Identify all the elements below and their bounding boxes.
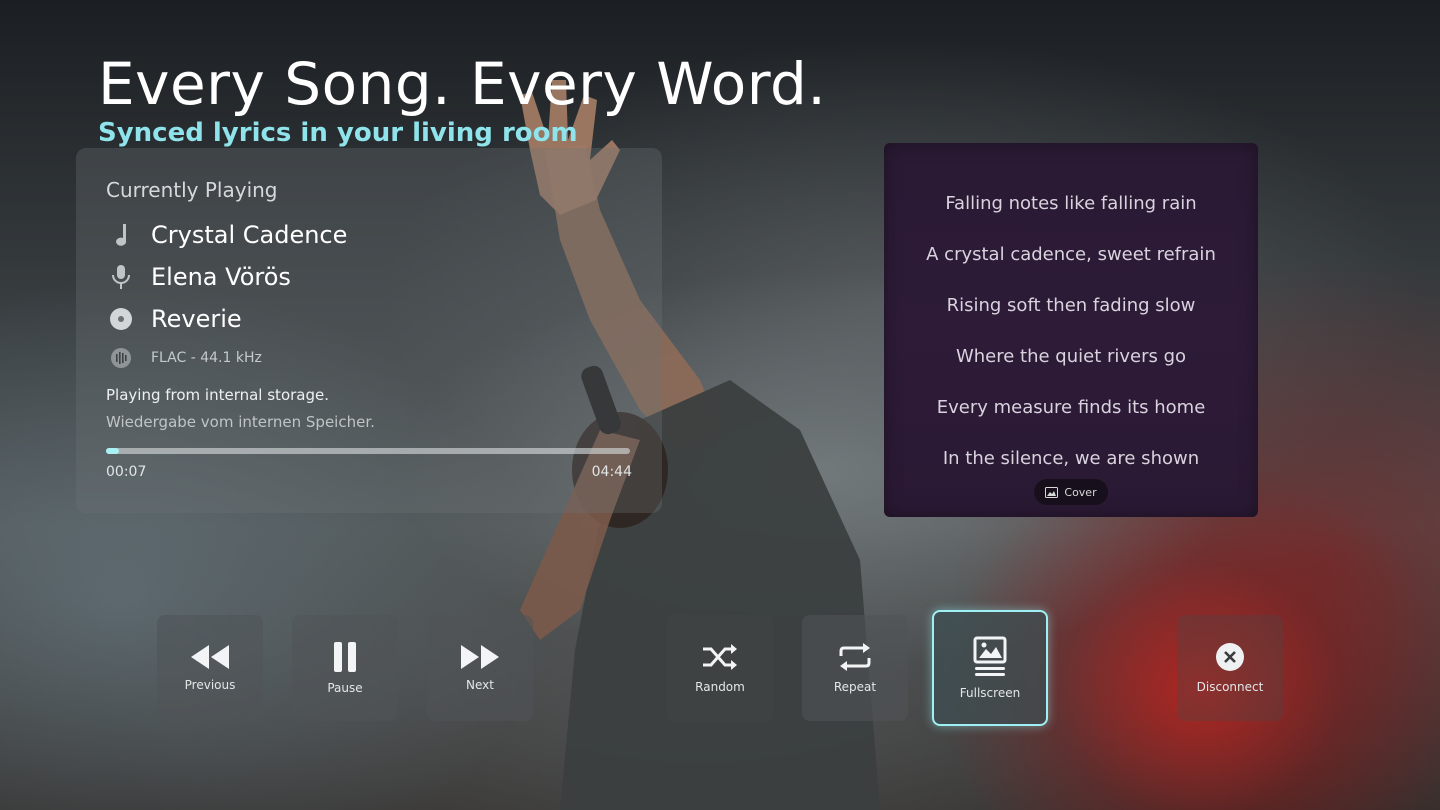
track-title: Crystal Cadence — [151, 221, 348, 249]
total-time: 04:44 — [591, 464, 632, 480]
track-title-row: Crystal Cadence — [106, 220, 347, 250]
image-icon — [1045, 486, 1059, 498]
lyric-line: A crystal cadence, sweet refrain — [926, 244, 1216, 265]
random-button[interactable]: Random — [667, 615, 773, 721]
microphone-icon — [106, 262, 136, 292]
track-album: Reverie — [151, 305, 242, 333]
disconnect-button[interactable]: Disconnect — [1177, 615, 1283, 721]
hero-tagline: Synced lyrics in your living room — [98, 118, 578, 148]
repeat-label: Repeat — [833, 680, 877, 694]
previous-button[interactable]: Previous — [157, 615, 263, 721]
fast-forward-icon — [461, 645, 499, 669]
next-button[interactable]: Next — [427, 615, 533, 721]
waveform-icon — [106, 343, 136, 373]
lyric-line: In the silence, we are shown — [942, 448, 1200, 469]
music-note-icon — [106, 220, 136, 250]
cover-toggle-label: Cover — [1064, 485, 1097, 499]
track-format: FLAC - 44.1 kHz — [151, 350, 262, 366]
close-icon — [1216, 643, 1244, 671]
hero-headline: Every Song. Every Word. — [98, 50, 827, 118]
pause-label: Pause — [327, 681, 363, 695]
elapsed-time: 00:07 — [106, 464, 147, 480]
rewind-icon — [191, 645, 229, 669]
fullscreen-label: Fullscreen — [959, 686, 1021, 700]
track-format-row: FLAC - 44.1 kHz — [106, 343, 262, 373]
repeat-icon — [839, 643, 871, 671]
pause-icon — [334, 642, 356, 672]
now-playing-card: Currently Playing Crystal Cadence Elena … — [76, 148, 662, 513]
next-label: Next — [466, 678, 494, 692]
fullscreen-image-icon — [973, 636, 1007, 676]
playback-progress-bar[interactable] — [106, 448, 630, 454]
previous-label: Previous — [184, 678, 236, 692]
now-playing-heading: Currently Playing — [106, 178, 278, 202]
source-note-english: Playing from internal storage. — [106, 386, 329, 404]
lyric-line: Falling notes like falling rain — [945, 193, 1197, 214]
repeat-button[interactable]: Repeat — [802, 615, 908, 721]
cover-toggle-button[interactable]: Cover — [1034, 479, 1108, 505]
track-artist: Elena Vörös — [151, 263, 291, 291]
lyrics-panel: Falling notes like falling rain A crysta… — [884, 143, 1258, 517]
disc-icon — [106, 304, 136, 334]
source-note-german: Wiedergabe vom internen Speicher. — [106, 413, 375, 431]
lyric-line: Where the quiet rivers go — [955, 346, 1187, 367]
lyric-line: Rising soft then fading slow — [946, 295, 1196, 316]
player-screen: Every Song. Every Word. Synced lyrics in… — [0, 0, 1440, 810]
random-label: Random — [695, 680, 745, 694]
pause-button[interactable]: Pause — [292, 615, 398, 721]
shuffle-icon — [703, 644, 737, 670]
lyric-line: Every measure finds its home — [936, 397, 1206, 418]
disconnect-label: Disconnect — [1196, 680, 1264, 694]
fullscreen-button[interactable]: Fullscreen — [932, 610, 1048, 726]
track-album-row: Reverie — [106, 304, 242, 334]
playback-progress-fill — [106, 448, 120, 454]
track-artist-row: Elena Vörös — [106, 262, 291, 292]
